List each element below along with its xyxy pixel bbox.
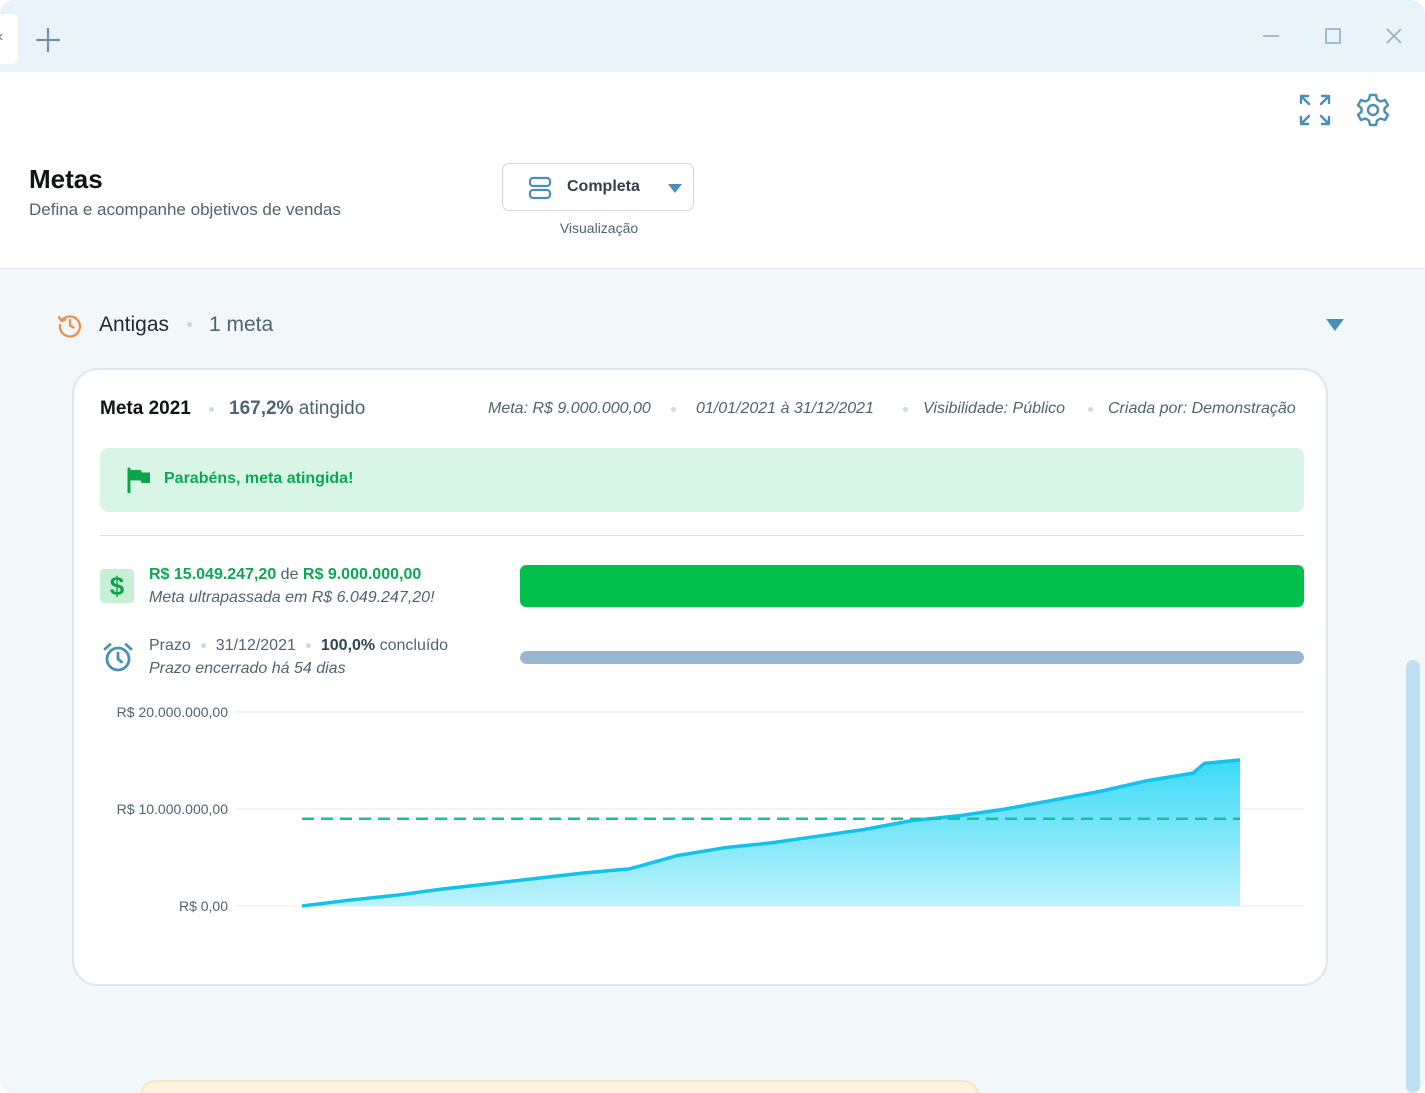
alarm-clock-icon [103, 643, 133, 672]
page-header: Metas Defina e acompanhe objetivos de ve… [0, 72, 1425, 269]
section-antigas: Antigas 1 meta [57, 308, 1347, 344]
goal-percent-value: 167,2% [229, 398, 294, 419]
minimize-icon[interactable] [1259, 24, 1283, 48]
dollar-icon: $ [100, 569, 134, 603]
page-title: Metas [29, 164, 103, 194]
achieved-value: R$ 15.049.247,20 [149, 566, 277, 583]
sales-area [302, 760, 1240, 906]
deadline-date: 31/12/2021 [215, 637, 296, 654]
maximize-icon[interactable] [1321, 24, 1345, 48]
view-select-label: Visualização [559, 220, 639, 236]
previous-tab[interactable]: ‹ [0, 14, 18, 64]
goal-visibility: Visibilidade: Público [923, 400, 1066, 417]
plus-icon[interactable] [34, 26, 62, 54]
goal-name: Meta 2021 [100, 398, 191, 419]
separator-dot [671, 407, 676, 412]
view-select[interactable]: Completa [502, 163, 694, 211]
section-title: Antigas [99, 313, 170, 336]
of-word: de [280, 566, 299, 583]
expand-icon[interactable] [1297, 92, 1333, 128]
sales-summary: R$ 15.049.247,20 de R$ 9.000.000,00 [149, 566, 421, 584]
next-goal-card[interactable] [140, 1080, 979, 1093]
title-bar: ‹ [0, 0, 1425, 72]
divider [100, 535, 1304, 536]
deadline-summary: Prazo 31/12/2021 100,0% concluído [149, 637, 448, 655]
success-banner-text: Parabéns, meta atingida! [164, 470, 354, 487]
section-count: 1 meta [209, 313, 274, 336]
goal-target-value: Meta: R$ 9.000.000,00 [488, 400, 651, 417]
sales-progress-fill [520, 565, 1304, 607]
goal-percent-suffix: atingido [293, 398, 366, 419]
time-progress-bar [520, 651, 1304, 664]
target-value: R$ 9.000.000,00 [302, 566, 422, 583]
success-banner: Parabéns, meta atingida! [100, 448, 1304, 512]
page-subtitle: Defina e acompanhe objetivos de vendas [29, 200, 341, 219]
collapse-toggle-icon[interactable] [1325, 318, 1345, 332]
y-tick-label: R$ 0,00 [179, 898, 228, 914]
app-window: ‹ Metas [0, 0, 1425, 1093]
separator-dot [209, 407, 214, 412]
separator-dot [1088, 407, 1093, 412]
y-tick-label: R$ 20.000.000,00 [117, 704, 229, 720]
layout-rows-icon [528, 176, 552, 200]
separator-dot [200, 643, 206, 649]
deadline-note: Prazo encerrado há 54 dias [149, 660, 346, 677]
view-select-value: Completa [567, 178, 640, 195]
sales-progress-bar [520, 565, 1304, 607]
separator-dot [903, 407, 908, 412]
caret-down-icon [668, 184, 682, 193]
surplus-note: Meta ultrapassada em R$ 6.049.247,20! [149, 589, 435, 606]
history-icon [57, 315, 81, 338]
flag-icon [127, 467, 150, 493]
time-percent: 100,0% [320, 637, 376, 654]
scrollbar-thumb[interactable] [1406, 660, 1420, 1093]
time-suffix: concluído [375, 637, 449, 654]
sales-chart: R$ 20.000.000,00 R$ 10.000.000,00 R$ 0,00 [117, 704, 1304, 914]
deadline-label: Prazo [149, 637, 191, 654]
goal-percent: 167,2% atingido [229, 398, 365, 420]
time-progress-fill [520, 651, 1304, 664]
gear-icon[interactable] [1355, 92, 1391, 128]
chevron-left-icon: ‹ [0, 28, 3, 46]
goal-created-by: Criada por: Demonstração [1108, 400, 1296, 417]
close-icon[interactable] [1382, 24, 1406, 48]
goal-period: 01/01/2021 à 31/12/2021 [696, 400, 874, 417]
separator-dot [187, 322, 192, 327]
separator-dot [305, 643, 311, 649]
goal-card[interactable]: Meta 2021 167,2% atingido Meta: R$ 9.000… [72, 368, 1328, 986]
y-tick-label: R$ 10.000.000,00 [117, 801, 229, 817]
